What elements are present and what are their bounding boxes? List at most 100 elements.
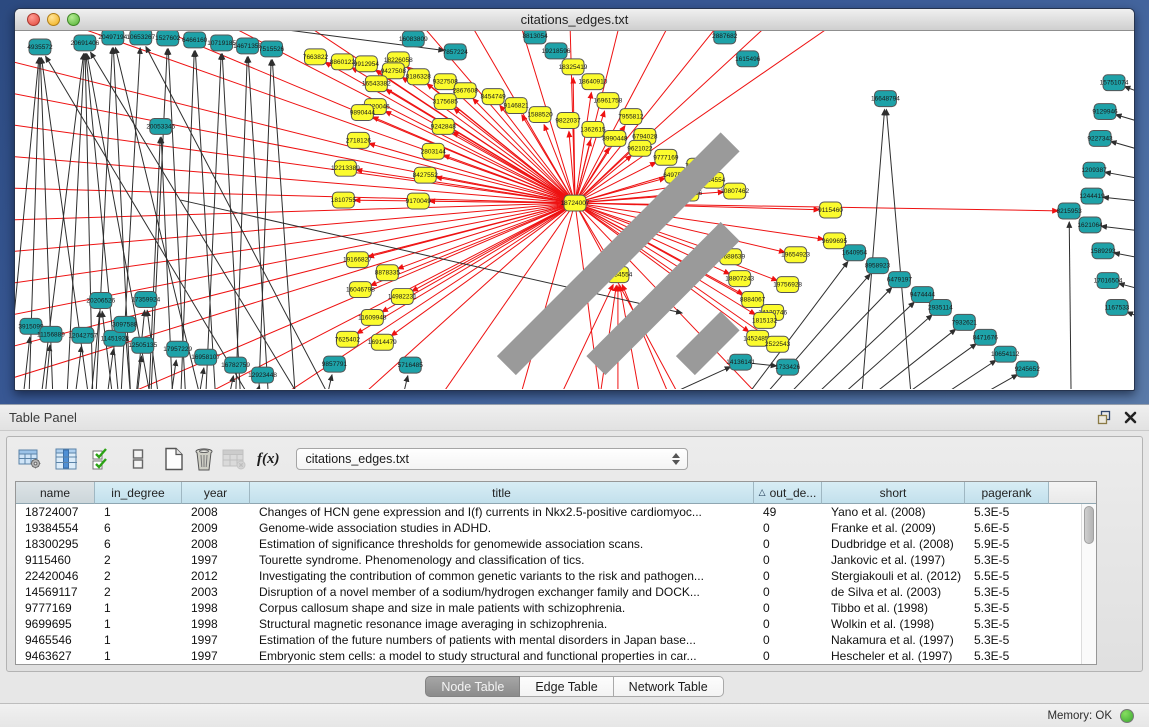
table-cell: Dudbridge et al. (2008) [822, 537, 965, 551]
tab-node-table[interactable]: Node Table [425, 676, 520, 697]
table-cell: 5.5E-5 [965, 569, 1049, 583]
table-cell: 2003 [182, 585, 250, 599]
new-table-icon[interactable] [159, 445, 189, 473]
table-cell: Structural magnetic resonance image aver… [250, 617, 754, 631]
table-cell: 0 [754, 601, 822, 615]
table-cell: 9699695 [16, 617, 95, 631]
import-table-icon-disabled [219, 445, 249, 473]
table-cell: 9465546 [16, 633, 95, 647]
table-cell: 2008 [182, 505, 250, 519]
table-row[interactable]: 946362711997Embryonic stem cells: a mode… [16, 648, 1081, 664]
memory-status-indicator[interactable] [1120, 709, 1134, 723]
table-cell: Hescheler et al. (1997) [822, 649, 965, 663]
table-cell: 1998 [182, 617, 250, 631]
resize-grip-icon[interactable] [15, 31, 1133, 388]
table-cell: Stergiakouli et al. (2012) [822, 569, 965, 583]
network-view-window[interactable]: citations_edges.txt 49355722069140620497… [14, 8, 1135, 391]
table-row[interactable]: 1938455462009Genome-wide association stu… [16, 520, 1081, 536]
column-header-short[interactable]: short [822, 482, 965, 504]
table-row[interactable]: 1872400712008Changes of HCN gene express… [16, 504, 1081, 520]
table-type-tabs: Node TableEdge TableNetwork Table [0, 676, 1149, 697]
table-cell: 2009 [182, 521, 250, 535]
table-cell: 0 [754, 585, 822, 599]
column-header-pagerank[interactable]: pagerank [965, 482, 1049, 504]
float-panel-icon[interactable] [1097, 410, 1112, 425]
zoom-window-button[interactable] [67, 13, 80, 26]
scrollbar-thumb[interactable] [1084, 506, 1094, 544]
table-cell: 18300295 [16, 537, 95, 551]
table-cell: 1998 [182, 601, 250, 615]
table-cell: 0 [754, 569, 822, 583]
column-header-label: short [880, 486, 907, 500]
table-mode-icon[interactable] [15, 445, 45, 473]
column-header-title[interactable]: title [250, 482, 754, 504]
attribute-table: name in_degree year title △ out_de... short pag… [15, 481, 1097, 665]
table-cell: de Silva et al. (2003) [822, 585, 965, 599]
table-row[interactable]: 911546021997Tourette syndrome. Phenomeno… [16, 552, 1081, 568]
table-cell: 2 [95, 585, 182, 599]
table-row[interactable]: 2242004622012Investigating the contribut… [16, 568, 1081, 584]
window-title: citations_edges.txt [521, 12, 629, 27]
tab-edge-table[interactable]: Edge Table [520, 676, 613, 697]
table-cell: 2 [95, 569, 182, 583]
delete-table-icon[interactable] [189, 445, 219, 473]
network-desktop: citations_edges.txt 49355722069140620497… [0, 0, 1149, 404]
column-header-label: title [492, 486, 511, 500]
table-cell: Nakamura et al. (1997) [822, 633, 965, 647]
table-cell: 1 [95, 505, 182, 519]
table-cell: 22420046 [16, 569, 95, 583]
table-cell: 0 [754, 649, 822, 663]
network-canvas[interactable]: 4935572206914062049719410653267152760264… [15, 31, 1134, 389]
table-row[interactable]: 946554611997Estimation of the future num… [16, 632, 1081, 648]
table-cell: 49 [754, 505, 822, 519]
table-cell: Estimation of the future numbers of pati… [250, 633, 754, 647]
table-cell: 1997 [182, 633, 250, 647]
table-cell: 6 [95, 537, 182, 551]
table-scrollbar[interactable] [1081, 504, 1096, 664]
table-cell: 18724007 [16, 505, 95, 519]
minimize-window-button[interactable] [47, 13, 60, 26]
column-header-in-degree[interactable]: in_degree [95, 482, 182, 504]
function-builder-icon[interactable]: f(x) [257, 451, 280, 468]
table-toolbar: f(x) citations_edges.txt [15, 444, 1134, 474]
table-cell: 0 [754, 537, 822, 551]
select-columns-icon[interactable] [87, 445, 117, 473]
table-cell: Franke et al. (2009) [822, 521, 965, 535]
table-cell: 0 [754, 617, 822, 631]
window-titlebar[interactable]: citations_edges.txt [15, 9, 1134, 31]
close-window-button[interactable] [27, 13, 40, 26]
row-height-icon[interactable] [123, 445, 153, 473]
table-cell: Tibbo et al. (1998) [822, 601, 965, 615]
table-header-row: name in_degree year title △ out_de... short pag… [16, 482, 1096, 504]
column-header-label: year [204, 486, 227, 500]
table-cell: Jankovic et al. (1997) [822, 553, 965, 567]
column-header-label: pagerank [981, 486, 1031, 500]
table-cell: Estimation of significance thresholds fo… [250, 537, 754, 551]
dropdown-stepper-icon [672, 453, 680, 465]
table-cell: 0 [754, 553, 822, 567]
sort-ascending-icon: △ [759, 487, 766, 498]
table-row[interactable]: 969969511998Structural magnetic resonanc… [16, 616, 1081, 632]
column-header-name[interactable]: name [16, 482, 95, 504]
column-header-label: out_de... [770, 486, 817, 500]
column-header-label: in_degree [111, 486, 164, 500]
table-panel-body: f(x) citations_edges.txt name in_degree ye… [6, 436, 1143, 672]
table-row[interactable]: 977716911998Corpus callosum shape and si… [16, 600, 1081, 616]
tab-network-table[interactable]: Network Table [614, 676, 724, 697]
column-header-year[interactable]: year [182, 482, 250, 504]
close-panel-icon[interactable] [1124, 411, 1137, 424]
table-cell: 5.3E-5 [965, 601, 1049, 615]
table-cell: 2 [95, 553, 182, 567]
table-row[interactable]: 1830029562008Estimation of significance … [16, 536, 1081, 552]
table-cell: 5.3E-5 [965, 553, 1049, 567]
table-cell: Wolkin et al. (1998) [822, 617, 965, 631]
table-panel-title: Table Panel [9, 410, 1097, 425]
table-panel-header: Table Panel [0, 405, 1149, 431]
table-row[interactable]: 1456911722003Disruption of a novel membe… [16, 584, 1081, 600]
show-columns-icon[interactable] [51, 445, 81, 473]
table-cell: 5.6E-5 [965, 521, 1049, 535]
table-cell: 1 [95, 601, 182, 615]
column-header-filler [1049, 482, 1096, 504]
column-header-out-de-[interactable]: △ out_de... [754, 482, 822, 504]
table-source-dropdown[interactable]: citations_edges.txt [296, 448, 688, 470]
